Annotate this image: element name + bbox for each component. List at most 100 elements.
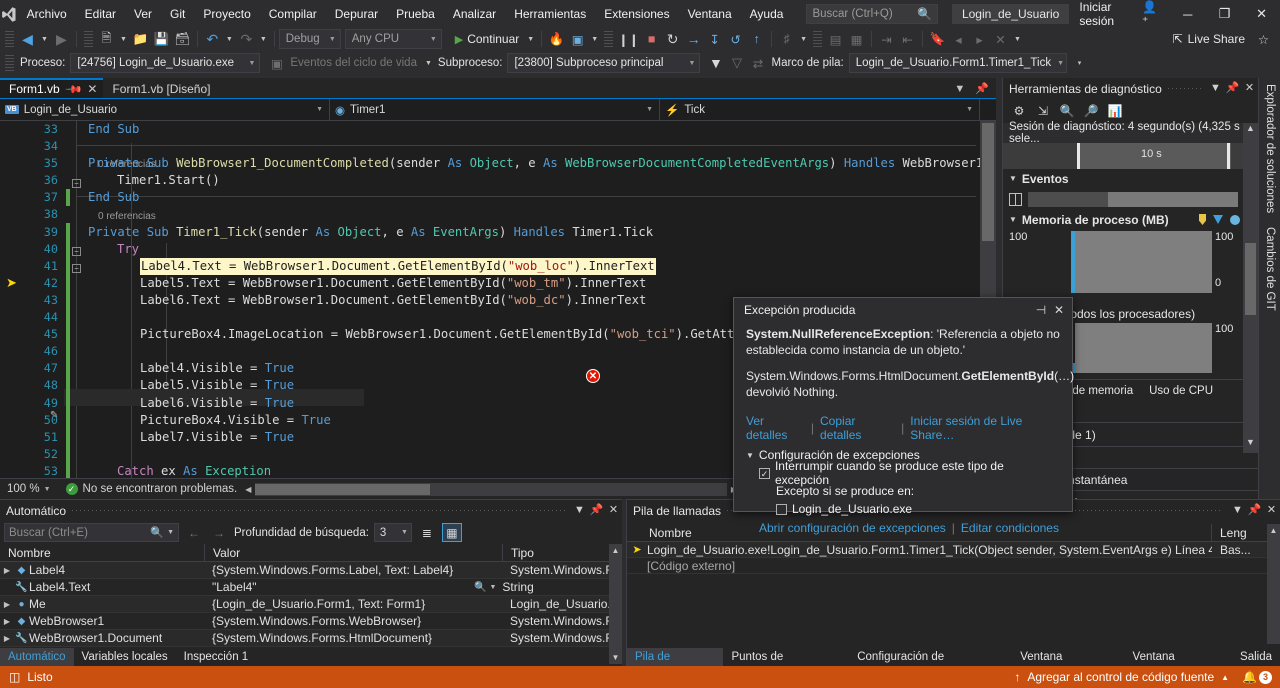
menu-herramientas[interactable]: Herramientas (505, 0, 595, 28)
problems-indicator[interactable]: ✓ No se encontraron problemas. (58, 483, 246, 495)
tab-automatico[interactable]: Automático (0, 648, 74, 666)
panel-close-icon[interactable]: ✕ (1241, 78, 1258, 99)
nav-class-combo[interactable]: VB Login_de_Usuario ▼ (0, 98, 330, 121)
nav-member-combo[interactable]: ⚡ Tick ▼ (660, 98, 980, 121)
dock-solution-explorer[interactable]: Explorador de soluciones (1259, 78, 1276, 213)
menu-compilar[interactable]: Compilar (260, 0, 326, 28)
comment-icon[interactable]: ▤ (825, 29, 846, 49)
diagnostic-memory-section[interactable]: ▼ Memoria de proceso (MB) (1003, 210, 1258, 229)
value-magnifier-icon[interactable]: 🔍 (474, 582, 486, 593)
tab-pila-de-llamadas[interactable]: Pila de llamadas (627, 648, 724, 681)
table-row[interactable]: ▶ ◆ Label4 {System.Windows.Forms.Label, … (0, 562, 622, 579)
close-button[interactable]: ✕ (1243, 0, 1280, 28)
value-visualizer-chevron-icon[interactable]: ▼ (486, 584, 502, 591)
close-icon[interactable]: ✕ (87, 82, 97, 96)
undo-caret-icon[interactable]: ▼ (223, 36, 236, 43)
step-into-icon[interactable]: ↧ (704, 29, 725, 49)
except-item-checkbox[interactable] (776, 503, 787, 515)
link-start-live-share[interactable]: Iniciar sesión de Live Share… (910, 414, 1060, 442)
debug-toolbar-overflow-icon[interactable]: ▾ (1075, 59, 1085, 67)
autos-menu-chevron-icon[interactable]: ▼ (571, 500, 588, 521)
tab-salida[interactable]: Salida (1232, 648, 1280, 666)
dock-git-changes[interactable]: Cambios de GIT (1259, 221, 1276, 311)
step-out-icon[interactable]: ↑ (746, 29, 767, 49)
process-combo[interactable]: [24756] Login_de_Usuario.exe ▼ (70, 53, 261, 73)
navigate-forward-button[interactable]: ▶ (51, 29, 72, 49)
break-checkbox[interactable]: ✓ (759, 467, 770, 479)
diag-scroll-thumb[interactable] (1245, 243, 1256, 315)
link-open-exception-settings[interactable]: Abrir configuración de excepciones (759, 521, 946, 535)
indent-icon[interactable]: ⇥ (876, 29, 897, 49)
quick-search-input[interactable]: Buscar (Ctrl+Q) 🔍 (806, 4, 938, 24)
save-icon[interactable]: 💾 (151, 29, 172, 49)
notifications-icon[interactable]: 🔔 3 (1242, 670, 1272, 684)
search-next-button[interactable]: → (209, 523, 229, 542)
lifecycle-caret-icon[interactable]: ▼ (422, 60, 435, 67)
autos-column-value[interactable]: Valor (205, 543, 503, 562)
bookmark-clear-icon[interactable]: ✕ (990, 29, 1011, 49)
row-expander-icon[interactable]: ▶ (0, 634, 14, 643)
pause-button[interactable]: ❙❙ (616, 29, 641, 49)
bookmark-prev-icon[interactable]: ◂ (948, 29, 969, 49)
table-row[interactable]: ▶ ◆ WebBrowser1 {System.Windows.Forms.We… (0, 613, 622, 630)
flag-filter-icon[interactable]: ▼ (705, 53, 726, 73)
save-all-icon[interactable]: 🗃 (172, 29, 193, 49)
exception-close-icon[interactable]: ✕ (1050, 303, 1068, 317)
editor-scroll-thumb[interactable] (982, 123, 994, 241)
restart-button[interactable]: ↻ (662, 29, 683, 49)
restore-button[interactable]: ❐ (1206, 0, 1243, 28)
tab-inspeccion-1[interactable]: Inspección 1 (176, 648, 257, 666)
hex-display-button[interactable]: ▦ (441, 523, 462, 542)
zoom-out-icon[interactable]: 🔎 (1080, 101, 1102, 121)
export-icon[interactable]: ⇲ (1032, 101, 1054, 121)
step-over-icon[interactable]: ↺ (725, 29, 746, 49)
autos-column-name[interactable]: Nombre (0, 543, 205, 562)
autos-scroll-up-icon[interactable]: ▲ (609, 544, 622, 557)
tab-puntos-de-interrupcion[interactable]: Puntos de interrupción (723, 648, 849, 681)
menu-ayuda[interactable]: Ayuda (741, 0, 793, 28)
line-numbers-icon[interactable]: ♯ (776, 29, 797, 49)
toolbar-grip-2[interactable] (83, 31, 93, 47)
autos-search-input[interactable]: Buscar (Ctrl+E) 🔍 ▼ (4, 523, 179, 542)
search-chevron-down-icon[interactable]: ▼ (167, 529, 174, 536)
show-next-statement-icon[interactable]: → (683, 29, 704, 49)
call-stack-scroll-up-icon[interactable]: ▲ (1267, 524, 1280, 537)
autos-scroll-down-icon[interactable]: ▼ (609, 651, 622, 664)
lifecycle-events-icon[interactable]: ▣ (266, 53, 287, 73)
call-stack-close-icon[interactable]: ✕ (1263, 500, 1280, 521)
menu-proyecto[interactable]: Proyecto (194, 0, 259, 28)
solution-platform-combo[interactable]: Any CPU ▼ (344, 29, 442, 49)
feedback-icon[interactable]: ☆ (1253, 29, 1274, 49)
search-depth-combo[interactable]: 3 ▼ (373, 523, 412, 542)
undo-icon[interactable]: ↶ (202, 29, 223, 49)
diag-scroll-up-icon[interactable]: ▲ (1243, 123, 1258, 139)
tab-variables-locales[interactable]: Variables locales (74, 648, 176, 666)
diag-scroll-down-icon[interactable]: ▼ (1243, 437, 1258, 453)
panel-pin-icon[interactable]: 📌 (1224, 78, 1241, 99)
tab-form1-vb[interactable]: Form1.vb 📌 ✕ (0, 78, 104, 99)
live-preview-caret-icon[interactable]: ▼ (588, 36, 601, 43)
live-preview-icon[interactable]: ▣ (567, 29, 588, 49)
exception-except-item[interactable]: Login_de_Usuario.exe (746, 500, 1060, 518)
tab-list-caret-icon[interactable]: ▼ (954, 83, 965, 95)
tab-configuracion-de-excepciones[interactable]: Configuración de excepciones (849, 648, 1012, 681)
exception-pin-icon[interactable]: ⊣ (1032, 303, 1050, 317)
bookmark-caret-icon[interactable]: ▼ (1011, 36, 1024, 43)
navigate-back-caret-icon[interactable]: ▼ (38, 36, 51, 43)
bookmark-next-icon[interactable]: ▸ (969, 29, 990, 49)
nav-object-combo[interactable]: ◉ Timer1 ▼ (330, 98, 660, 121)
redo-icon[interactable]: ↷ (236, 29, 257, 49)
autos-close-icon[interactable]: ✕ (605, 500, 622, 521)
minimize-button[interactable]: ─ (1169, 0, 1206, 28)
toggle-threads-icon[interactable]: ⇄ (747, 53, 768, 73)
editor-hscroll-thumb[interactable] (255, 483, 431, 495)
call-stack-vertical-scrollbar[interactable]: ▲ (1267, 524, 1280, 644)
table-row[interactable]: 🔧 Label4.Text "Label4" 🔍 ▼ String (0, 579, 622, 596)
redo-caret-icon[interactable]: ▼ (257, 36, 270, 43)
exception-break-option[interactable]: ✓ Interrumpir cuando se produce este tip… (746, 459, 1060, 487)
menu-prueba[interactable]: Prueba (387, 0, 444, 28)
debug-toolbar-grip[interactable] (5, 55, 14, 71)
source-control-label[interactable]: Agregar al control de código fuente (1027, 670, 1214, 684)
toolbar-grip-4[interactable] (813, 31, 823, 47)
link-edit-conditions[interactable]: Editar condiciones (961, 521, 1059, 535)
